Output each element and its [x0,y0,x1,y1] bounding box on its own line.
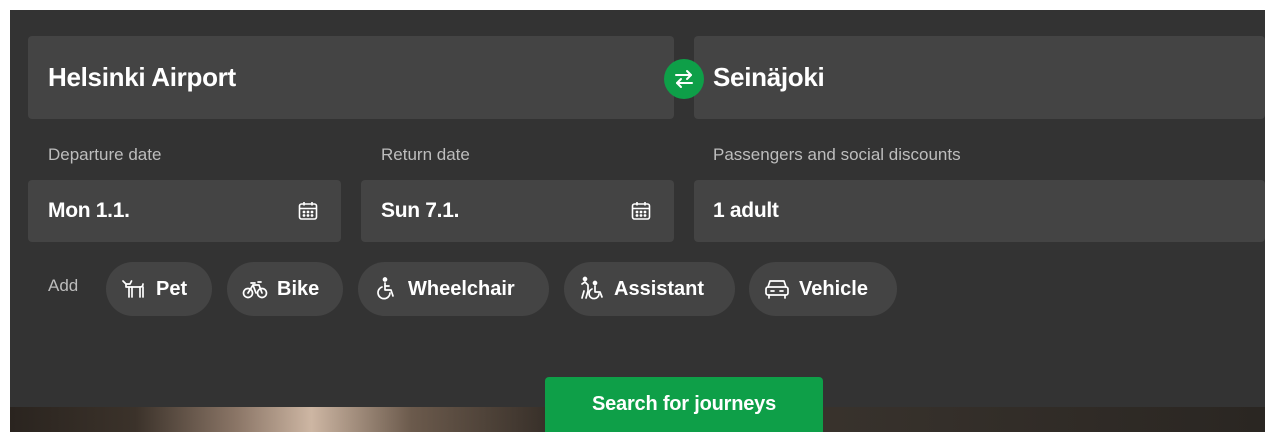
passengers-value: 1 adult [713,199,779,222]
origin-field[interactable]: Helsinki Airport [28,36,674,119]
calendar-icon[interactable] [296,199,320,223]
journey-search-stage: Helsinki Airport Seinäjoki Departure dat… [0,0,1265,432]
calendar-icon[interactable] [629,199,653,223]
destination-value: Seinäjoki [713,62,825,92]
add-wheelchair-chip[interactable]: Wheelchair [358,262,549,316]
passengers-label: Passengers and social discounts [713,145,961,164]
vehicle-chip-label: Vehicle [799,277,868,300]
add-pet-chip[interactable]: Pet [106,262,212,316]
swap-button[interactable] [664,59,704,99]
add-extras-label: Add [48,276,79,295]
departure-date-field[interactable]: Mon 1.1. [28,180,341,242]
assistant-chip-label: Assistant [614,277,705,300]
add-assistant-chip[interactable]: Assistant [564,262,735,316]
origin-value: Helsinki Airport [48,62,236,92]
return-date-label: Return date [381,145,470,164]
departure-date-label: Departure date [48,145,162,164]
passengers-field[interactable]: 1 adult [694,180,1265,242]
add-bike-chip[interactable]: Bike [227,262,343,316]
bike-chip-label: Bike [277,277,320,300]
pet-icon [122,280,144,298]
wheelchair-icon [377,277,394,300]
assistant-icon [581,276,603,300]
destination-field[interactable]: Seinäjoki [694,36,1265,119]
vehicle-icon [765,280,789,299]
pet-chip-label: Pet [156,277,188,300]
return-date-value: Sun 7.1. [381,199,460,222]
wheelchair-chip-label: Wheelchair [408,277,515,300]
bike-icon [242,281,268,299]
departure-date-value: Mon 1.1. [48,199,130,222]
add-vehicle-chip[interactable]: Vehicle [749,262,897,316]
swap-arrows-icon [675,70,693,88]
search-journeys-button[interactable]: Search for journeys [545,377,823,432]
return-date-field[interactable]: Sun 7.1. [361,180,674,242]
